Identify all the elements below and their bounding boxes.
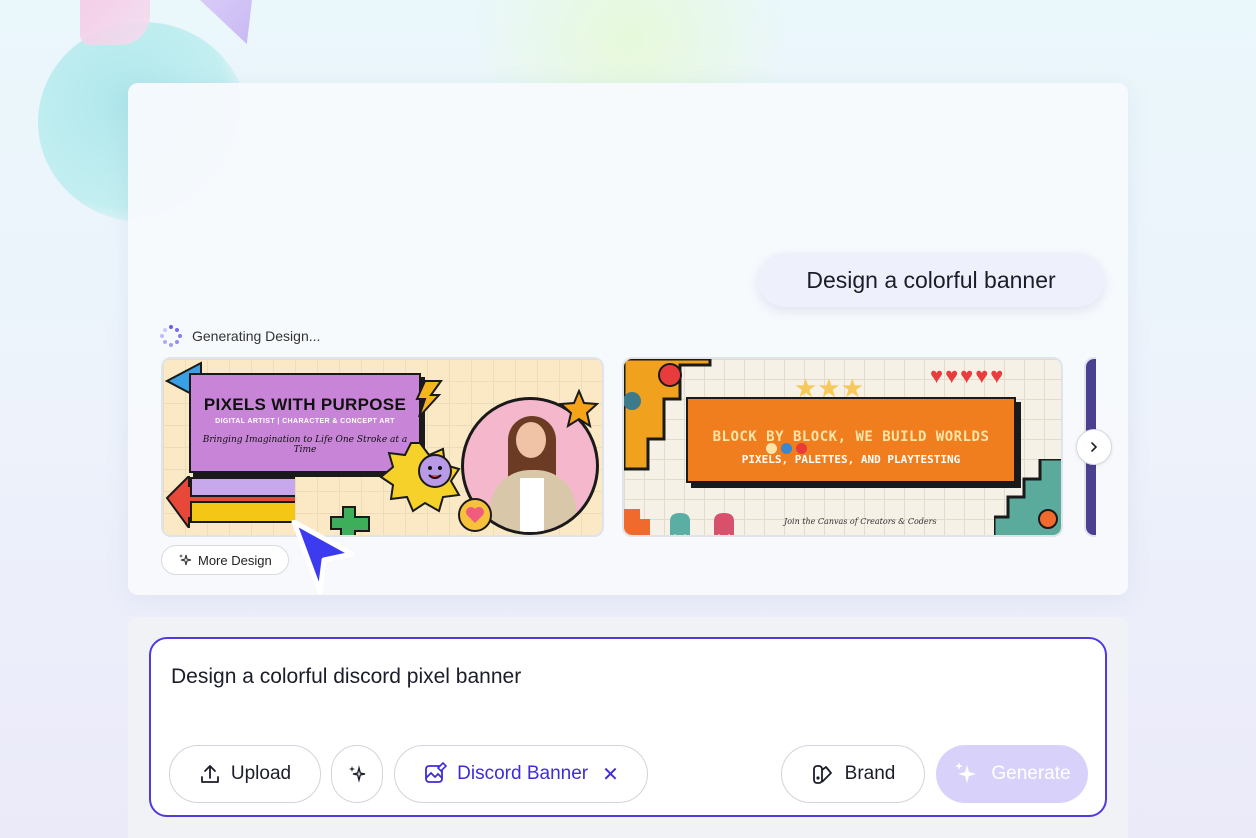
design-result-card[interactable]: ★★★ ♥♥♥♥♥ BLOCK BY BLOCK, WE BUILD WORLD…: [622, 357, 1063, 537]
hearts-decoration: ♥♥♥♥♥: [930, 363, 1006, 388]
pixel-steps-decoration: [994, 459, 1061, 535]
lightning-decoration: [415, 380, 443, 418]
magic-enhance-button[interactable]: [331, 745, 383, 803]
badge-decoration: [379, 442, 461, 513]
design-result-card[interactable]: PIXELS WITH PURPOSE DIGITAL ARTIST | CHA…: [161, 357, 604, 537]
arrow-decoration: [165, 476, 295, 528]
decorative-shape-purple: [200, 0, 252, 44]
template-chip-discord-banner[interactable]: Discord Banner ✕: [394, 745, 648, 803]
pointer-cursor-icon: [291, 520, 355, 595]
brand-label: Brand: [844, 763, 896, 784]
prompt-input-text[interactable]: Design a colorful discord pixel banner: [171, 665, 521, 689]
loading-spinner-icon: [160, 325, 182, 347]
upload-button[interactable]: Upload: [169, 745, 321, 803]
template-chip-label: Discord Banner: [457, 763, 589, 784]
design-footer: Join the Canvas of Creators & Coders: [784, 517, 937, 526]
sparkle-icon: [955, 762, 977, 783]
sparkle-icon: [179, 554, 192, 566]
image-edit-icon: [425, 762, 448, 783]
carousel-next-button[interactable]: [1076, 429, 1112, 465]
user-prompt-text: Design a colorful banner: [806, 266, 1056, 293]
generation-status: Generating Design...: [160, 325, 320, 347]
status-text: Generating Design...: [192, 328, 321, 344]
design-title-box: BLOCK BY BLOCK, WE BUILD WORLDS PIXELS, …: [686, 397, 1016, 483]
user-prompt-bubble: Design a colorful banner: [758, 253, 1104, 307]
more-design-button[interactable]: More Design: [161, 545, 289, 575]
design-subtitle: DIGITAL ARTIST | CHARACTER & CONCEPT ART: [215, 418, 395, 425]
upload-icon: [200, 765, 219, 783]
chevron-right-icon: [1091, 442, 1098, 452]
design-subtitle: PIXELS, PALETTES, AND PLAYTESTING: [741, 453, 961, 466]
generate-label: Generate: [991, 763, 1071, 784]
brand-palette-icon: [812, 765, 832, 784]
generate-button[interactable]: Generate: [936, 745, 1088, 803]
star-decoration: [559, 389, 599, 429]
pixel-ghosts-decoration: [670, 513, 734, 535]
upload-label: Upload: [230, 763, 292, 784]
prompt-input[interactable]: Design a colorful discord pixel banner U…: [149, 637, 1107, 817]
design-title: PIXELS WITH PURPOSE: [203, 395, 407, 414]
heart-badge-decoration: [458, 498, 492, 532]
more-design-label: More Design: [198, 552, 272, 568]
design-title: BLOCK BY BLOCK, WE BUILD WORLDS: [712, 429, 990, 445]
brand-button[interactable]: Brand: [781, 745, 925, 803]
close-icon[interactable]: ✕: [602, 762, 619, 787]
sparkle-icon: [349, 765, 366, 783]
